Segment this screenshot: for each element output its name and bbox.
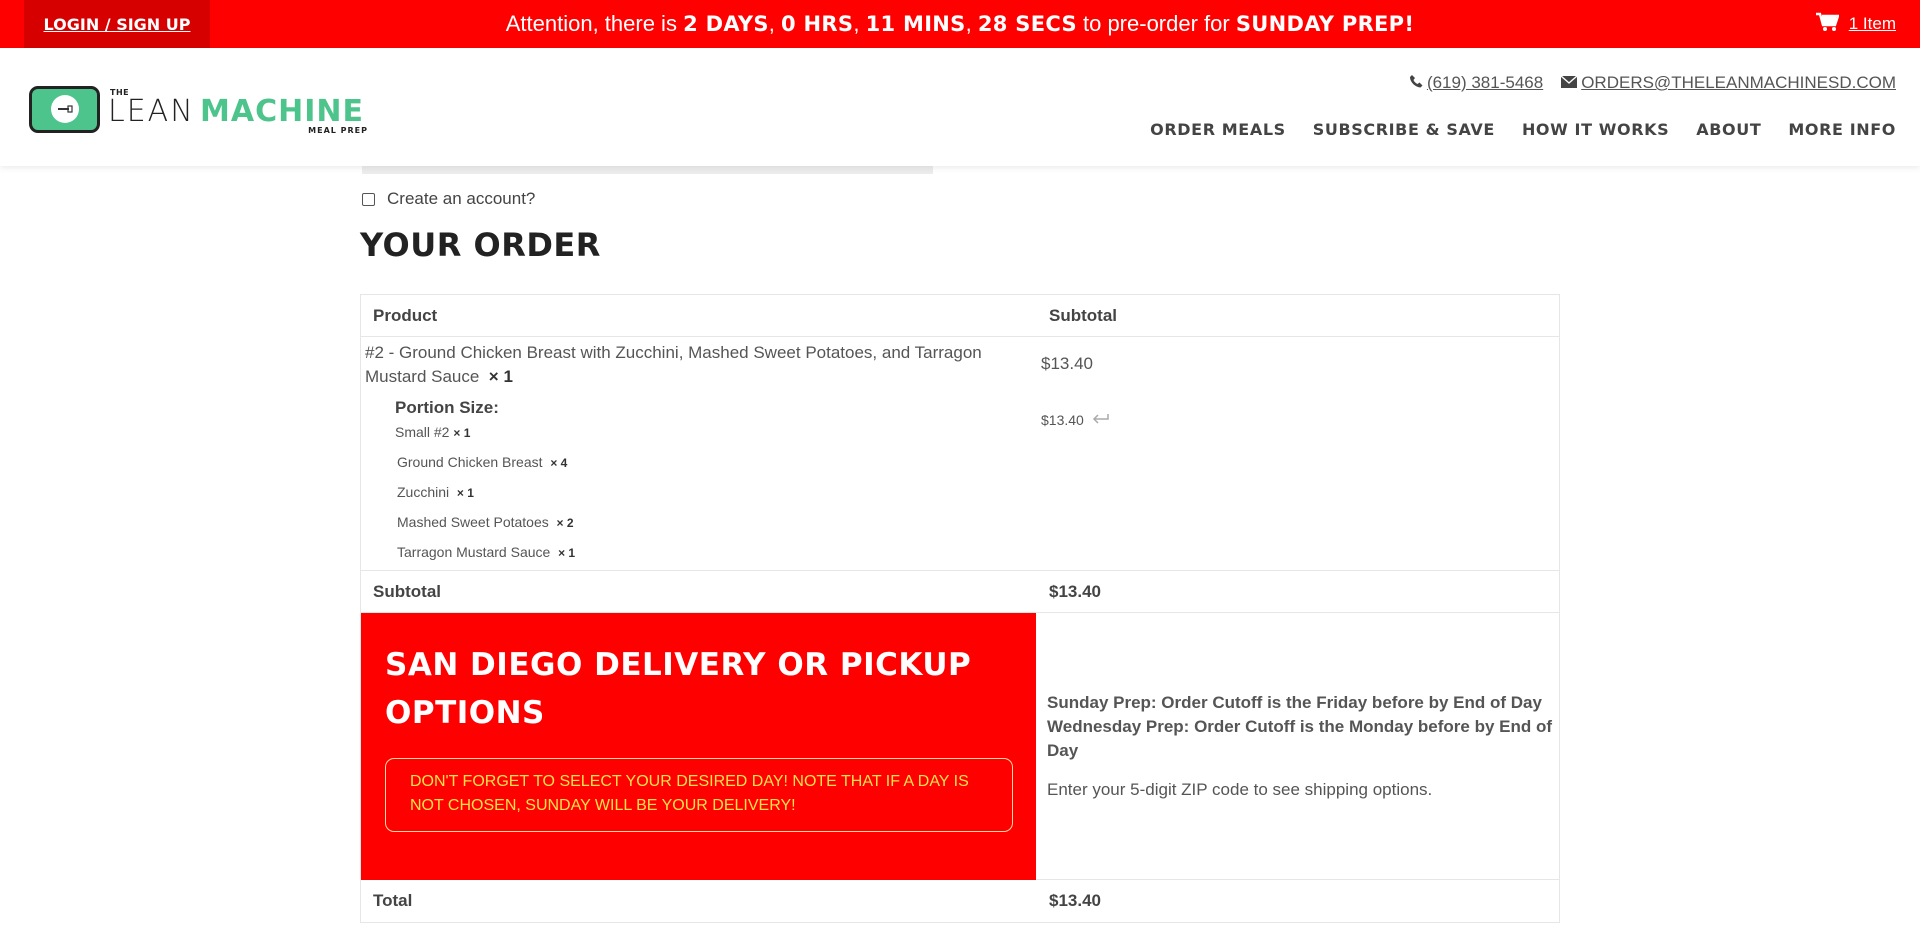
login-signup-button[interactable]: LOGIN / SIGN UP [24,0,210,48]
nav-order-meals[interactable]: ORDER MEALS [1150,120,1286,139]
column-header-subtotal: Subtotal [1049,306,1117,325]
create-account-option[interactable]: Create an account? [362,189,535,209]
column-header-product: Product [373,306,438,325]
subtotal-label: Subtotal [373,582,441,601]
cart-link[interactable]: 1 Item [1815,0,1896,48]
delivery-options-panel: SAN DIEGO DELIVERY OR PICKUP OPTIONS DON… [361,613,1036,880]
portion-price: $13.40 [1041,412,1110,428]
order-review-table: Product Subtotal #2 - Ground Chicken Bre… [360,294,1560,923]
table-row: #2 - Ground Chicken Breast with Zucchini… [361,337,1559,571]
return-arrow-icon [1092,412,1110,428]
product-quantity: × 1 [488,367,513,386]
cart-icon [1815,12,1840,37]
total-label: Total [373,891,413,910]
total-value: $13.40 [1049,891,1101,910]
countdown-days: 2 DAYS [683,12,769,36]
table-header-row: Product Subtotal [361,295,1559,337]
cutoff-info: Sunday Prep: Order Cutoff is the Friday … [1047,693,1553,760]
portion-size-value: Small #2 × 1 [395,424,471,440]
total-row: Total $13.40 [361,880,1559,922]
phone-link[interactable]: (619) 381-5468 [1409,73,1543,93]
product-price: $13.40 [1041,354,1093,373]
main-nav: ORDER MEALS SUBSCRIBE & SAVE HOW IT WORK… [1150,120,1896,139]
nav-more-info[interactable]: MORE INFO [1788,120,1896,139]
delivery-day-notice: DON'T FORGET TO SELECT YOUR DESIRED DAY!… [385,758,1013,832]
countdown-minutes: 11 MINS [865,12,966,36]
component-item: Ground Chicken Breast × 4 [397,454,568,470]
component-item: Tarragon Mustard Sauce × 1 [397,544,576,560]
site-logo[interactable]: THE LEAN MACHINE MEAL PREP [29,84,368,135]
countdown-seconds: 28 SECS [977,12,1077,36]
countdown-hours: 0 HRS [781,12,854,36]
delivery-options-title: SAN DIEGO DELIVERY OR PICKUP OPTIONS [385,647,972,731]
component-item: Zucchini × 1 [397,484,474,500]
contact-info: (619) 381-5468 ORDERS@THELEANMACHINESD.C… [1409,73,1896,93]
subtotal-row: Subtotal $13.40 [361,571,1559,613]
nav-subscribe-save[interactable]: SUBSCRIBE & SAVE [1313,120,1495,139]
portion-size-label: Portion Size: [395,398,499,417]
form-field-bottom [362,166,933,174]
prep-day: SUNDAY PREP! [1235,12,1415,36]
component-item: Mashed Sweet Potatoes × 2 [397,514,574,530]
nav-how-it-works[interactable]: HOW IT WORKS [1522,120,1669,139]
email-link[interactable]: ORDERS@THELEANMACHINESD.COM [1560,73,1896,93]
subtotal-value: $13.40 [1049,582,1101,601]
product-name: #2 - Ground Chicken Breast with Zucchini… [365,343,982,386]
countdown-announcement: Attention, there is 2 DAYS , 0 HRS , 11 … [505,11,1415,36]
phone-icon [1409,73,1423,93]
zip-hint: Enter your 5-digit ZIP code to see shipp… [1047,780,1433,799]
logo-icon [29,85,100,133]
cart-count: 1 Item [1848,14,1896,33]
create-account-label: Create an account? [387,189,536,208]
announcement-bar: LOGIN / SIGN UP Attention, there is 2 DA… [0,0,1920,48]
page-title: YOUR ORDER [360,226,601,264]
nav-about[interactable]: ABOUT [1696,120,1761,139]
envelope-icon [1560,73,1578,93]
site-header: THE LEAN MACHINE MEAL PREP (619) 381-546… [0,48,1920,166]
create-account-checkbox[interactable] [362,192,375,206]
